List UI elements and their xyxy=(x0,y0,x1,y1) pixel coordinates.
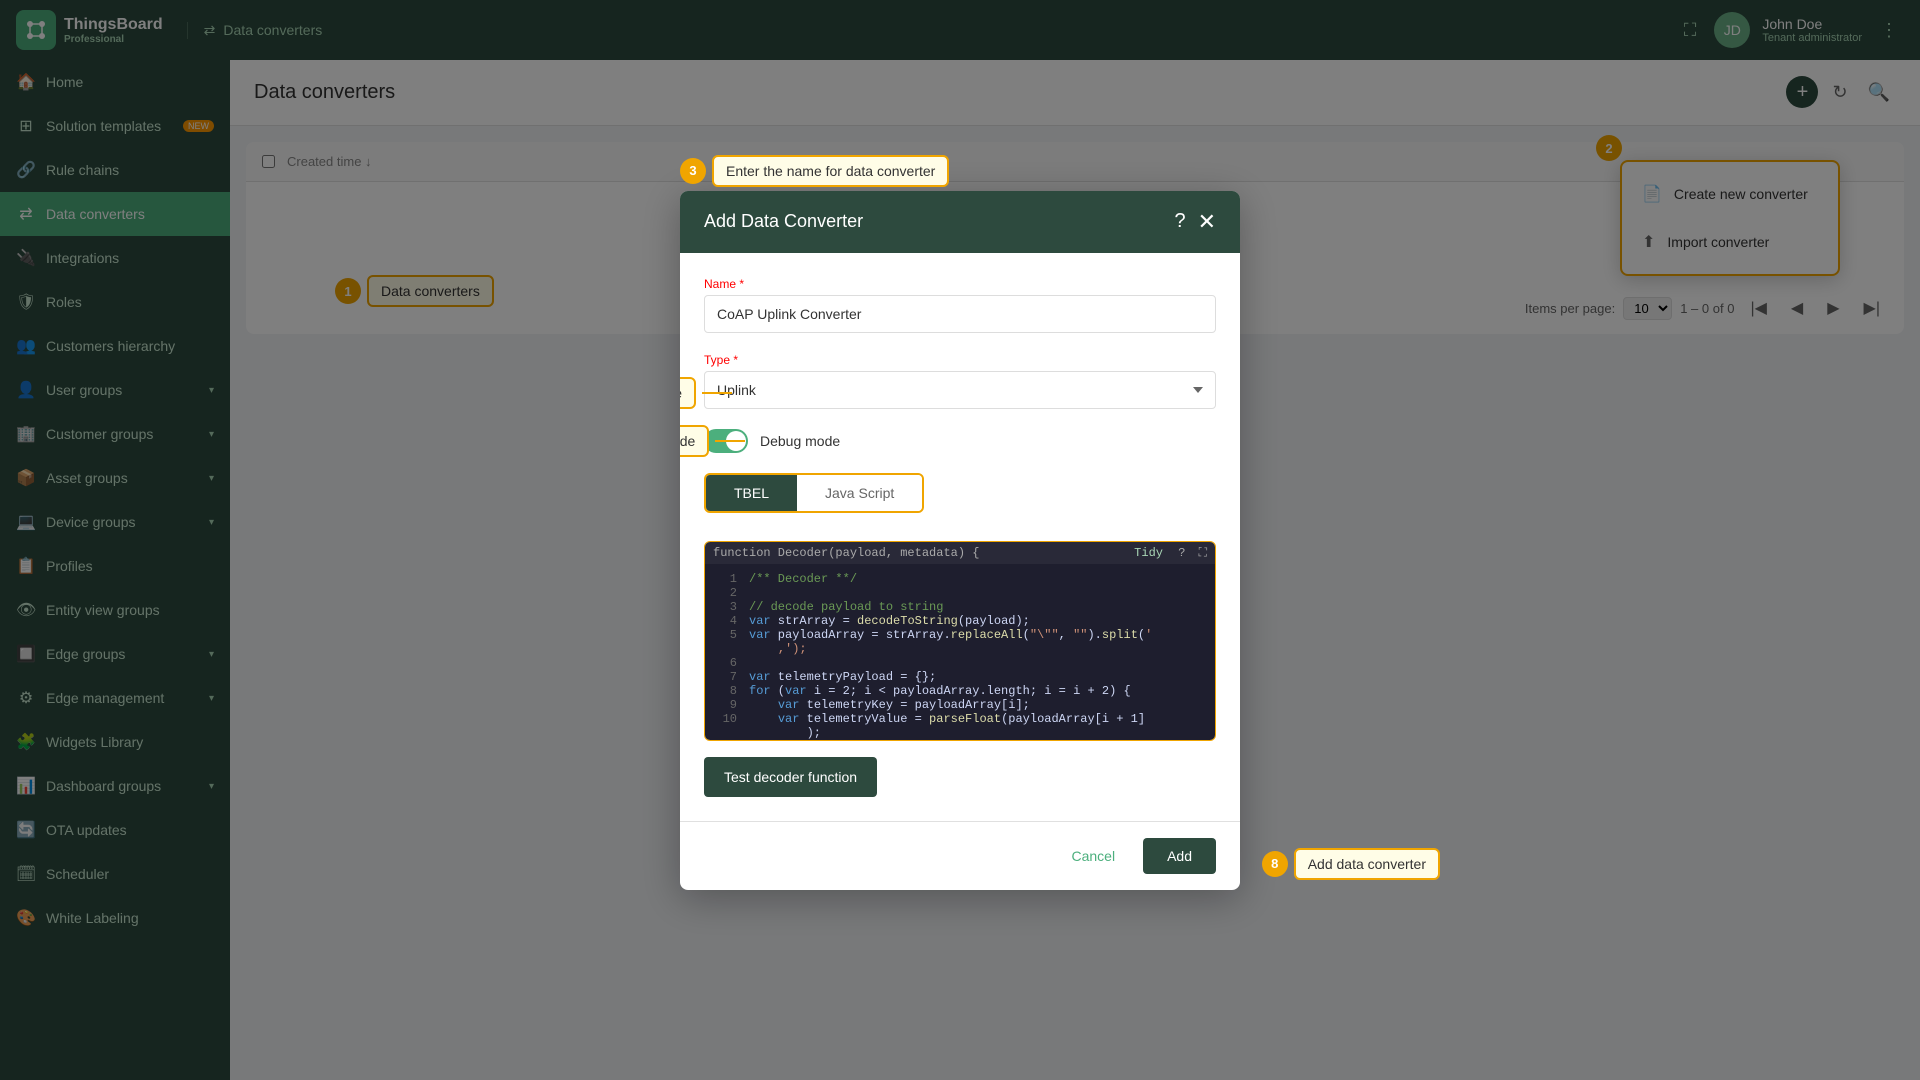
code-line-9: 9 var telemetryKey = payloadArray[i]; xyxy=(717,698,1203,712)
code-line-6: 6 xyxy=(717,656,1203,670)
modal-body: Name * Type * Uplink Downlink 4 xyxy=(680,253,1240,821)
modal-header: Add Data Converter ? ✕ xyxy=(680,191,1240,253)
code-line-1: 1 /** Decoder **/ xyxy=(717,572,1203,586)
add-data-converter-modal: 3 Enter the name for data converter Add … xyxy=(680,191,1240,890)
code-line-10: 10 var telemetryValue = parseFloat(paylo… xyxy=(717,712,1203,726)
modal-overlay: 3 Enter the name for data converter Add … xyxy=(0,0,1920,1080)
code-function-signature: function Decoder(payload, metadata) { xyxy=(713,546,979,560)
name-label: Name * xyxy=(704,277,1216,291)
add-button-modal[interactable]: Add xyxy=(1143,838,1216,874)
step8-label: Add data converter xyxy=(1294,848,1440,880)
step5-label: Enable debug mode xyxy=(680,425,709,457)
type-select[interactable]: Uplink Downlink xyxy=(704,371,1216,409)
tbel-tab[interactable]: TBEL xyxy=(706,475,797,511)
modal-footer: Cancel Add 8 Add data converter xyxy=(680,821,1240,890)
type-field-group: Type * Uplink Downlink 4 Select Uplink t… xyxy=(704,353,1216,409)
code-line-7: 7 var telemetryPayload = {}; xyxy=(717,670,1203,684)
code-header: function Decoder(payload, metadata) { Ti… xyxy=(705,542,1215,564)
test-decoder-button[interactable]: Test decoder function xyxy=(704,757,877,797)
javascript-tab[interactable]: Java Script xyxy=(797,475,922,511)
tidy-button[interactable]: Tidy xyxy=(1134,546,1163,560)
code-line-5b: ,'); xyxy=(717,642,1203,656)
code-line-2: 2 xyxy=(717,586,1203,600)
modal-header-actions: ? ✕ xyxy=(1174,209,1216,235)
code-line-5: 5 var payloadArray = strArray.replaceAll… xyxy=(717,628,1203,642)
debug-label: Debug mode xyxy=(760,433,840,449)
type-label: Type * xyxy=(704,353,1216,367)
function-type-tabs: TBEL Java Script xyxy=(704,473,924,513)
cancel-button[interactable]: Cancel xyxy=(1055,838,1131,874)
code-actions: Tidy ? ⛶ xyxy=(1134,546,1207,560)
code-line-4: 4 var strArray = decodeToString(payload)… xyxy=(717,614,1203,628)
debug-toggle-group: Debug mode 5 Enable debug mode xyxy=(704,429,1216,453)
code-line-8: 8 for (var i = 2; i < payloadArray.lengt… xyxy=(717,684,1203,698)
code-line-10b: ); xyxy=(717,726,1203,740)
code-line-11: 11 telemetryPayload[telemetryKey] = tele… xyxy=(717,740,1203,741)
expand-icon[interactable]: ⛶ xyxy=(1199,546,1207,560)
modal-close-button[interactable]: ✕ xyxy=(1198,209,1216,235)
step4-label: Select Uplink type xyxy=(680,377,696,409)
step3-label: Enter the name for data converter xyxy=(712,155,949,187)
step3-badge: 3 xyxy=(680,158,706,184)
step8-badge: 8 xyxy=(1262,851,1288,877)
modal-title: Add Data Converter xyxy=(704,211,863,232)
name-field-group: Name * xyxy=(704,277,1216,333)
code-line-3: 3 // decode payload to string xyxy=(717,600,1203,614)
code-editor[interactable]: function Decoder(payload, metadata) { Ti… xyxy=(704,541,1216,741)
modal-help-button[interactable]: ? xyxy=(1174,210,1185,233)
help-icon[interactable]: ? xyxy=(1178,546,1185,560)
name-input[interactable] xyxy=(704,295,1216,333)
